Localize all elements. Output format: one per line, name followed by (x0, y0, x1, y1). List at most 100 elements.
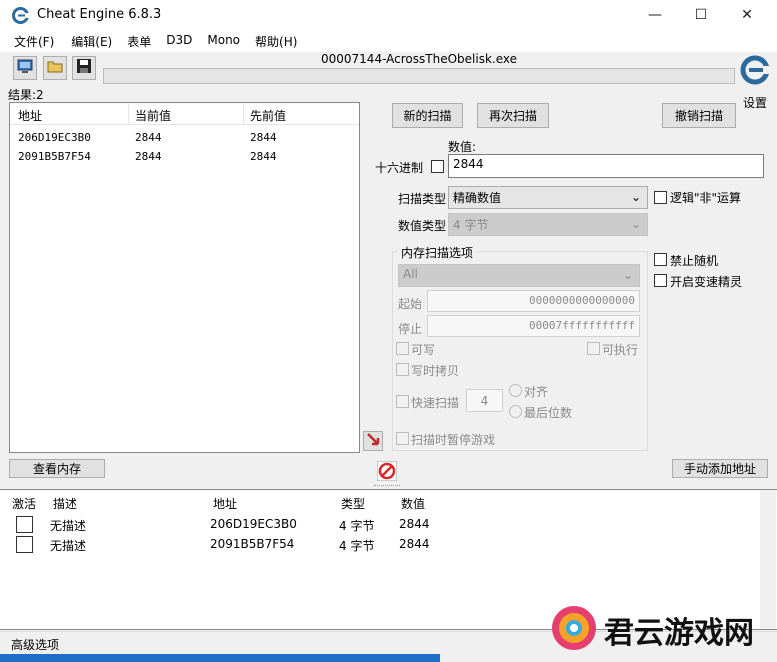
menu-file[interactable]: 文件(F) (0, 30, 59, 52)
window-title: Cheat Engine 6.8.3 (37, 7, 162, 22)
fast-scan-value-input[interactable]: 4 (466, 389, 503, 412)
copy-on-write-label: 写时拷贝 (411, 364, 460, 378)
writable-checkbox[interactable] (396, 342, 409, 355)
align-label: 对齐 (524, 385, 549, 399)
table-row[interactable]: 206D19EC3B0 2844 2844 (10, 131, 359, 149)
row-value: 2844 (399, 517, 430, 531)
row-type: 4 字节 (339, 519, 375, 533)
row-address: 206D19EC3B0 (210, 517, 297, 531)
menu-mono[interactable]: Mono (197, 30, 245, 52)
menu-table[interactable]: 表单 (117, 30, 156, 52)
folder-icon (47, 58, 63, 78)
new-scan-button[interactable]: 新的扫描 (392, 103, 463, 128)
watermark-logo-icon (548, 602, 600, 654)
scan-type-value: 精确数值 (453, 191, 502, 205)
copy-on-write-checkbox[interactable] (396, 363, 409, 376)
add-address-button[interactable]: 手动添加地址 (672, 459, 768, 478)
executable-checkbox[interactable] (587, 342, 600, 355)
save-button[interactable] (72, 56, 96, 80)
column-active[interactable]: 激活 (12, 495, 36, 512)
row-current: 2844 (135, 131, 162, 144)
no-random-label: 禁止随机 (670, 254, 719, 268)
active-checkbox[interactable] (16, 516, 33, 533)
settings-logo-icon[interactable] (739, 54, 771, 86)
value-type-select[interactable]: 4 字节 ⌄ (448, 213, 648, 236)
table-row[interactable]: 无描述 2091B5B7F54 4 字节 2844 (0, 534, 760, 554)
maximize-button[interactable]: ☐ (678, 0, 724, 30)
row-description: 无描述 (50, 539, 87, 553)
vertical-scrollbar[interactable] (760, 490, 776, 629)
speedhack-label: 开启变速精灵 (670, 275, 743, 289)
pause-game-label: 扫描时暂停游戏 (411, 433, 496, 447)
stop-icon[interactable] (376, 460, 398, 482)
open-file-button[interactable] (43, 56, 67, 80)
row-description: 无描述 (50, 519, 87, 533)
fast-scan-label: 快速扫描 (411, 396, 460, 410)
row-type: 4 字节 (339, 539, 375, 553)
title-bar: Cheat Engine 6.8.3 — ☐ ✕ (0, 0, 777, 30)
chevron-down-icon: ⌄ (630, 190, 641, 204)
open-process-button[interactable] (13, 56, 37, 80)
row-current: 2844 (135, 150, 162, 163)
menu-d3d[interactable]: D3D (156, 30, 197, 52)
table-row[interactable]: 无描述 206D19EC3B0 4 字节 2844 (0, 514, 760, 534)
undo-scan-button[interactable]: 撤销扫描 (662, 103, 736, 128)
chevron-down-icon: ⌄ (630, 217, 641, 231)
row-previous: 2844 (250, 150, 277, 163)
value-label: 数值: (448, 140, 477, 154)
splitter-grip[interactable] (374, 485, 400, 487)
process-name: 00007144-AcrossTheObelisk.exe (321, 52, 517, 66)
column-address[interactable]: 地址 (18, 107, 42, 124)
results-list[interactable]: 地址 当前值 先前值 206D19EC3B0 2844 2844 2091B5B… (9, 102, 360, 453)
stop-address-input[interactable]: 00007fffffffffff (427, 315, 640, 337)
column-type[interactable]: 类型 (341, 495, 365, 512)
column-current-value[interactable]: 当前值 (135, 107, 171, 124)
results-header: 地址 当前值 先前值 (10, 103, 359, 125)
writable-label: 可写 (411, 343, 436, 357)
value-input[interactable]: 2844 (448, 154, 764, 178)
row-value: 2844 (399, 537, 430, 551)
row-address: 2091B5B7F54 (210, 537, 295, 551)
align-radio[interactable] (509, 384, 522, 397)
last-digits-radio[interactable] (509, 405, 522, 418)
add-to-list-button[interactable] (363, 431, 383, 451)
minimize-button[interactable]: — (632, 0, 678, 30)
speedhack-checkbox[interactable] (654, 274, 667, 287)
row-address: 206D19EC3B0 (18, 131, 91, 144)
menu-bar: 文件(F) 编辑(E) 表单 D3D Mono 帮助(H) (0, 30, 777, 52)
fast-scan-checkbox[interactable] (396, 395, 409, 408)
column-divider (243, 103, 244, 125)
stop-label: 停止 (398, 322, 423, 336)
app-logo-icon (12, 7, 29, 24)
no-random-checkbox[interactable] (654, 253, 667, 266)
settings-label[interactable]: 设置 (743, 94, 767, 111)
memory-region-select[interactable]: All ⌄ (398, 264, 640, 287)
memory-region-value: All (403, 267, 418, 281)
hex-checkbox[interactable] (431, 160, 444, 173)
row-previous: 2844 (250, 131, 277, 144)
progress-bar (103, 68, 735, 84)
advanced-options-link[interactable]: 高级选项 (11, 636, 59, 653)
column-value[interactable]: 数值 (401, 495, 425, 512)
not-operation-checkbox[interactable] (654, 191, 667, 204)
executable-label: 可执行 (602, 343, 639, 357)
column-description[interactable]: 描述 (53, 495, 77, 512)
scan-type-select[interactable]: 精确数值 ⌄ (448, 186, 648, 209)
pause-game-checkbox[interactable] (396, 432, 409, 445)
next-scan-button[interactable]: 再次扫描 (477, 103, 549, 128)
results-count: 结果:2 (8, 88, 44, 102)
menu-help[interactable]: 帮助(H) (245, 30, 302, 52)
column-previous-value[interactable]: 先前值 (250, 107, 286, 124)
hex-label: 十六进制 (375, 161, 424, 175)
menu-edit[interactable]: 编辑(E) (59, 30, 117, 52)
chevron-down-icon: ⌄ (622, 268, 633, 282)
table-row[interactable]: 2091B5B7F54 2844 2844 (10, 150, 359, 168)
close-button[interactable]: ✕ (724, 0, 770, 30)
column-address[interactable]: 地址 (213, 495, 237, 512)
not-operation-label: 逻辑"非"运算 (670, 191, 742, 205)
value-type-label: 数值类型 (398, 219, 447, 233)
start-address-input[interactable]: 0000000000000000 (427, 290, 640, 312)
start-label: 起始 (398, 297, 423, 311)
view-memory-button[interactable]: 查看内存 (9, 459, 105, 478)
active-checkbox[interactable] (16, 536, 33, 553)
